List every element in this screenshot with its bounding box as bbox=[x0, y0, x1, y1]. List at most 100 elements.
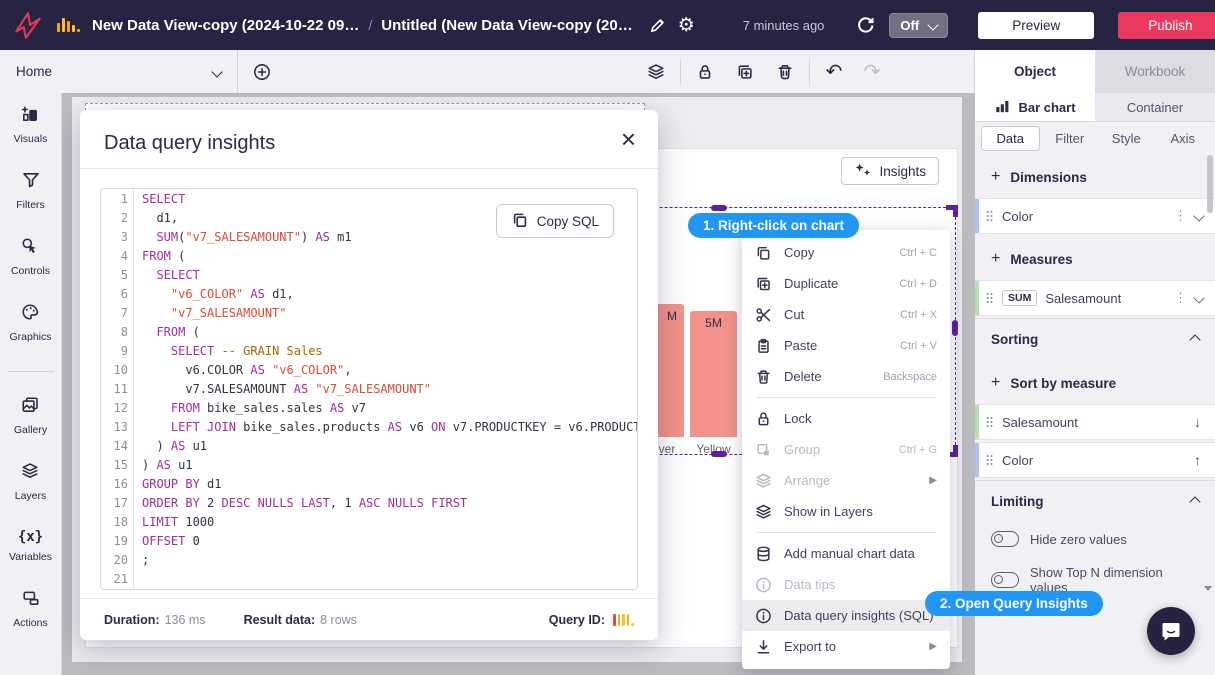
menu-item-delete[interactable]: DeleteBackspace bbox=[742, 361, 950, 392]
tab-data[interactable]: Data bbox=[981, 126, 1040, 151]
info-icon bbox=[755, 607, 772, 625]
sidebar-item-layers[interactable]: Layers bbox=[15, 462, 47, 502]
publish-button[interactable]: Publish bbox=[1118, 12, 1215, 39]
selection-handle[interactable] bbox=[952, 320, 958, 336]
sidebar-item-label: Actions bbox=[13, 617, 47, 629]
dataset-title[interactable]: New Data View-copy (2024-10-22 09… bbox=[92, 17, 359, 34]
menu-item-duplicate[interactable]: DuplicateCtrl + D bbox=[742, 268, 950, 299]
arrange-layers-button[interactable] bbox=[644, 60, 668, 84]
toggle-switch[interactable] bbox=[991, 572, 1019, 588]
workbook-title[interactable]: Untitled (New Data View-copy (20… bbox=[381, 17, 632, 34]
add-measures-button[interactable]: +Measures bbox=[975, 236, 1215, 280]
selection-handle[interactable] bbox=[953, 205, 958, 217]
menu-item-lock[interactable]: Lock bbox=[742, 403, 950, 434]
sidebar-item-filters[interactable]: Filters bbox=[16, 171, 45, 211]
selection-handle[interactable] bbox=[711, 451, 727, 457]
aggregation-chip[interactable]: SUM bbox=[1002, 290, 1037, 306]
menu-item-arrange[interactable]: Arrange▶ bbox=[742, 465, 950, 496]
query-id-label: Query ID: bbox=[549, 613, 605, 627]
variables-icon: {x} bbox=[18, 528, 43, 546]
tab-filter[interactable]: Filter bbox=[1042, 127, 1099, 150]
add-dimensions-button[interactable]: +Dimensions bbox=[975, 154, 1215, 198]
insights-button[interactable]: Insights bbox=[841, 157, 939, 185]
sidebar-item-gallery[interactable]: Gallery bbox=[14, 396, 47, 436]
sidebar-item-variables[interactable]: {x}Variables bbox=[9, 528, 52, 563]
field-row-salesamount[interactable]: Salesamount↓ bbox=[975, 404, 1215, 440]
kebab-menu-icon[interactable]: ⋮ bbox=[1166, 290, 1195, 306]
auto-refresh-dropdown[interactable]: Off bbox=[889, 13, 948, 38]
rename-pencil-icon[interactable] bbox=[649, 17, 666, 34]
export-icon bbox=[755, 638, 772, 656]
tab-workbook[interactable]: Workbook bbox=[1095, 50, 1215, 93]
close-icon[interactable]: × bbox=[621, 126, 636, 152]
menu-item-shortcut: Ctrl + D bbox=[899, 278, 937, 290]
selection-handle[interactable] bbox=[711, 205, 727, 211]
inspector-panel: Bar chart Container DataFilterStyleAxis … bbox=[975, 93, 1215, 675]
menu-item-data-tips[interactable]: Data tips bbox=[742, 569, 950, 600]
sidebar-item-graphics[interactable]: Graphics bbox=[9, 303, 51, 343]
menu-item-paste[interactable]: PasteCtrl + V bbox=[742, 330, 950, 361]
tab-axis[interactable]: Axis bbox=[1155, 127, 1212, 150]
sql-line: LEFT JOIN bike_sales.products AS v6 ON v… bbox=[142, 418, 637, 437]
copy-sql-button[interactable]: Copy SQL bbox=[496, 204, 614, 238]
sidebar-item-controls[interactable]: Controls bbox=[11, 237, 50, 277]
toggle-switch[interactable] bbox=[991, 531, 1019, 547]
brand-logo-icon bbox=[13, 9, 43, 41]
field-row-color[interactable]: Color⋮ bbox=[975, 198, 1215, 234]
tab-bar-chart[interactable]: Bar chart bbox=[975, 93, 1095, 121]
redo-button[interactable]: ↷ bbox=[860, 60, 884, 84]
modal-footer: Duration: 136 ms Result data: 8 rows Que… bbox=[80, 598, 658, 640]
tab-container[interactable]: Container bbox=[1095, 93, 1215, 121]
breadcrumb-separator: / bbox=[368, 17, 372, 33]
drag-handle-icon[interactable] bbox=[985, 209, 994, 223]
settings-gear-icon[interactable]: ⚙ bbox=[678, 14, 695, 37]
menu-item-export-to[interactable]: Export to▶ bbox=[742, 631, 950, 662]
sidebar-item-visuals[interactable]: Visuals bbox=[14, 105, 48, 145]
tab-container-label: Container bbox=[1127, 100, 1183, 115]
menu-item-copy[interactable]: CopyCtrl + C bbox=[742, 237, 950, 268]
menu-item-cut[interactable]: CutCtrl + X bbox=[742, 299, 950, 330]
selection-handle[interactable] bbox=[953, 445, 958, 457]
chevron-down-icon[interactable] bbox=[1193, 292, 1204, 303]
workbook-toolbar: Home ↶ ↷ Object Workbook bbox=[0, 50, 1215, 93]
panel-scrollbar[interactable] bbox=[1207, 155, 1213, 213]
scroll-down-arrow-icon[interactable] bbox=[1204, 586, 1212, 591]
add-widget-button[interactable] bbox=[250, 60, 274, 84]
section-title: Sorting bbox=[991, 332, 1038, 347]
menu-item-add-manual-chart-data[interactable]: Add manual chart data bbox=[742, 538, 950, 569]
chevron-down-icon[interactable] bbox=[1193, 210, 1204, 221]
sidebar-item-actions[interactable]: Actions bbox=[13, 589, 47, 629]
undo-button[interactable]: ↶ bbox=[822, 60, 846, 84]
copy-sql-label: Copy SQL bbox=[537, 214, 599, 229]
sort-direction-icon[interactable]: ↑ bbox=[1194, 452, 1201, 468]
duplicate-button[interactable] bbox=[733, 60, 757, 84]
drag-handle-icon[interactable] bbox=[985, 453, 994, 467]
menu-item-data-query-insights-sql[interactable]: Data query insights (SQL) bbox=[742, 600, 950, 631]
delete-button[interactable] bbox=[773, 60, 797, 84]
refresh-icon[interactable] bbox=[856, 16, 875, 35]
add-sort-by-measure-button[interactable]: +Sort by measure bbox=[975, 360, 1215, 404]
sidebar-item-label: Visuals bbox=[14, 133, 48, 145]
actions-icon bbox=[22, 589, 40, 612]
menu-item-show-in-layers[interactable]: Show in Layers bbox=[742, 496, 950, 527]
kebab-menu-icon[interactable]: ⋮ bbox=[1166, 208, 1195, 224]
field-row-salesamount[interactable]: SUMSalesamount⋮ bbox=[975, 280, 1215, 316]
field-row-color[interactable]: Color↑ bbox=[975, 442, 1215, 478]
toggle-label: Hide zero values bbox=[1030, 532, 1127, 547]
section-header-limiting[interactable]: Limiting bbox=[975, 480, 1215, 522]
copy-icon bbox=[755, 244, 772, 262]
drag-handle-icon[interactable] bbox=[985, 291, 994, 305]
tab-style[interactable]: Style bbox=[1098, 127, 1155, 150]
preview-button[interactable]: Preview bbox=[978, 12, 1094, 39]
page-selector-dropdown[interactable]: Home bbox=[0, 50, 238, 93]
section-header-sorting[interactable]: Sorting bbox=[975, 318, 1215, 360]
drag-handle-icon[interactable] bbox=[985, 415, 994, 429]
lock-button[interactable] bbox=[693, 60, 717, 84]
sidebar-divider bbox=[8, 371, 54, 372]
support-chat-button[interactable] bbox=[1147, 607, 1195, 655]
tab-object[interactable]: Object bbox=[975, 50, 1095, 93]
menu-item-group[interactable]: GroupCtrl + G bbox=[742, 434, 950, 465]
toggle-row-hide-zero-values[interactable]: Hide zero values bbox=[975, 522, 1215, 556]
sort-direction-icon[interactable]: ↓ bbox=[1194, 414, 1201, 430]
graphics-icon bbox=[21, 303, 39, 326]
